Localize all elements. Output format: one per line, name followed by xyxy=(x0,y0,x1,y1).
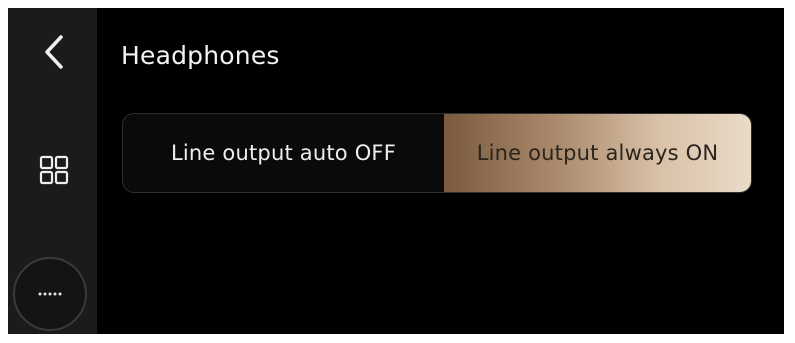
line-output-segmented-control: Line output auto OFF Line output always … xyxy=(122,113,752,193)
side-rail xyxy=(8,8,97,334)
line-output-always-on-option[interactable]: Line output always ON xyxy=(444,114,751,192)
more-options-button[interactable] xyxy=(13,257,87,331)
headphones-settings-screen: Headphones Line output auto OFF Line out… xyxy=(8,8,784,334)
dots-icon xyxy=(38,292,62,296)
back-button[interactable] xyxy=(30,28,78,76)
grid-icon xyxy=(39,155,69,185)
apps-grid-button[interactable] xyxy=(30,146,78,194)
chevron-left-icon xyxy=(45,35,63,69)
page-title: Headphones xyxy=(121,41,280,70)
line-output-auto-off-option[interactable]: Line output auto OFF xyxy=(123,114,444,192)
